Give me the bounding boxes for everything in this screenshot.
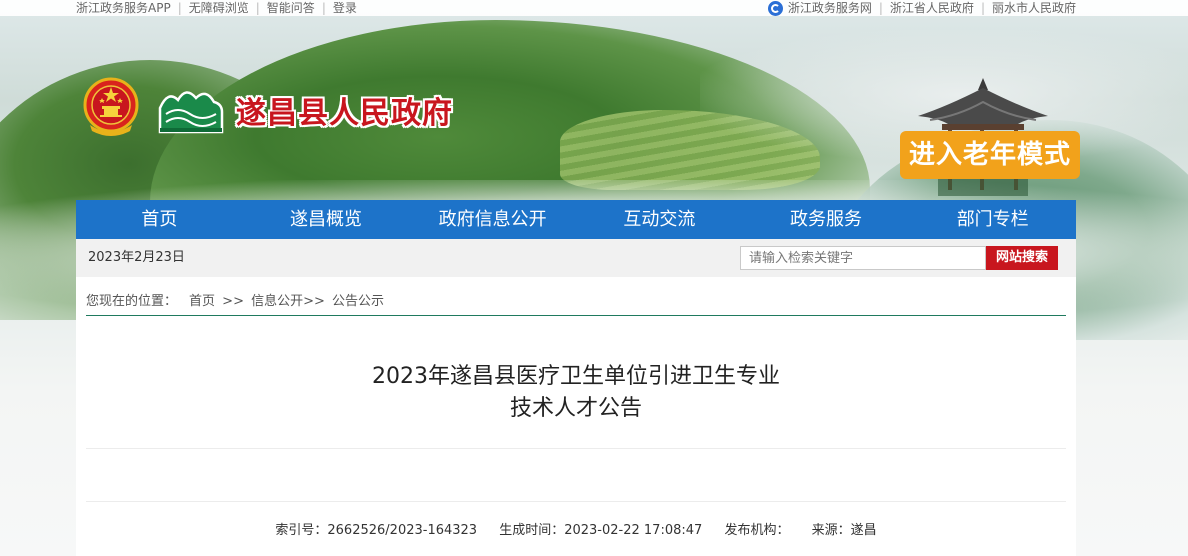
accessibility-link[interactable]: 无障碍浏览	[189, 1, 249, 15]
suichang-county-logo	[158, 91, 224, 134]
nav-gov-info[interactable]: 政府信息公开	[409, 200, 576, 239]
search-input[interactable]	[740, 246, 986, 270]
current-date: 2023年2月23日	[88, 250, 185, 265]
elder-mode-button[interactable]: 进入老年模式	[900, 131, 1080, 179]
breadcrumb-separator: >>	[222, 294, 244, 309]
smart-qa-link[interactable]: 智能问答	[267, 1, 315, 15]
article-title-line2: 技术人才公告	[509, 396, 642, 421]
login-link[interactable]: 登录	[333, 1, 357, 15]
site-search-button[interactable]: 网站搜索	[986, 246, 1058, 270]
breadcrumb-info-public[interactable]: 信息公开>>	[251, 294, 325, 309]
breadcrumb: 您现在的位置： 首页 >> 信息公开>> 公告公示	[86, 290, 1066, 316]
breadcrumb-announcement[interactable]: 公告公示	[332, 294, 384, 309]
meta-index-number: 索引号：2662526/2023-164323	[275, 523, 478, 538]
breadcrumb-home[interactable]: 首页	[189, 294, 215, 309]
breadcrumb-label: 您现在的位置：	[86, 294, 178, 309]
lishui-gov-link[interactable]: 丽水市人民政府	[992, 0, 1076, 16]
main-nav: 首页 遂昌概览 政府信息公开 互动交流 政务服务 部门专栏	[76, 200, 1076, 239]
top-utility-bar: 浙江政务服务APP | 无障碍浏览 | 智能问答 | 登录 浙江政务服务网 | 浙江省人民政府 |…	[0, 0, 1188, 16]
national-emblem-icon	[83, 77, 139, 136]
zjzw-logo-icon	[767, 0, 783, 16]
date-search-bar: 2023年2月23日 网站搜索	[76, 239, 1076, 277]
nav-home[interactable]: 首页	[76, 200, 243, 239]
meta-source: 来源：遂昌	[811, 523, 877, 538]
zjzw-app-link[interactable]: 浙江政务服务APP	[76, 1, 171, 15]
zjzw-service-link[interactable]: 浙江政务服务网	[788, 0, 872, 16]
nav-interaction[interactable]: 互动交流	[576, 200, 743, 239]
nav-departments[interactable]: 部门专栏	[909, 200, 1076, 239]
nav-overview[interactable]: 遂昌概览	[243, 200, 410, 239]
article-title-line1: 2023年遂昌县医疗卫生单位引进卫生专业	[372, 364, 780, 389]
article-meta: 索引号：2662526/2023-164323 生成时间：2023-02-22 …	[76, 519, 1076, 538]
divider	[86, 448, 1066, 449]
article-title: 2023年遂昌县医疗卫生单位引进卫生专业 技术人才公告	[86, 361, 1066, 425]
zhejiang-gov-link[interactable]: 浙江省人民政府	[890, 0, 974, 16]
site-search: 网站搜索	[740, 246, 1058, 270]
top-left-links: 浙江政务服务APP | 无障碍浏览 | 智能问答 | 登录	[76, 1, 357, 15]
top-right-links: 浙江政务服务网 | 浙江省人民政府 | 丽水市人民政府	[767, 0, 1076, 16]
nav-gov-service[interactable]: 政务服务	[743, 200, 910, 239]
divider	[86, 501, 1066, 502]
content-panel: 2023年2月23日 网站搜索 您现在的位置： 首页 >> 信息公开>> 公告公示…	[76, 239, 1076, 556]
meta-created-time: 生成时间：2023-02-22 17:08:47	[499, 523, 703, 538]
meta-publisher: 发布机构：	[724, 523, 790, 538]
site-title[interactable]: 遂昌县人民政府	[236, 88, 453, 132]
